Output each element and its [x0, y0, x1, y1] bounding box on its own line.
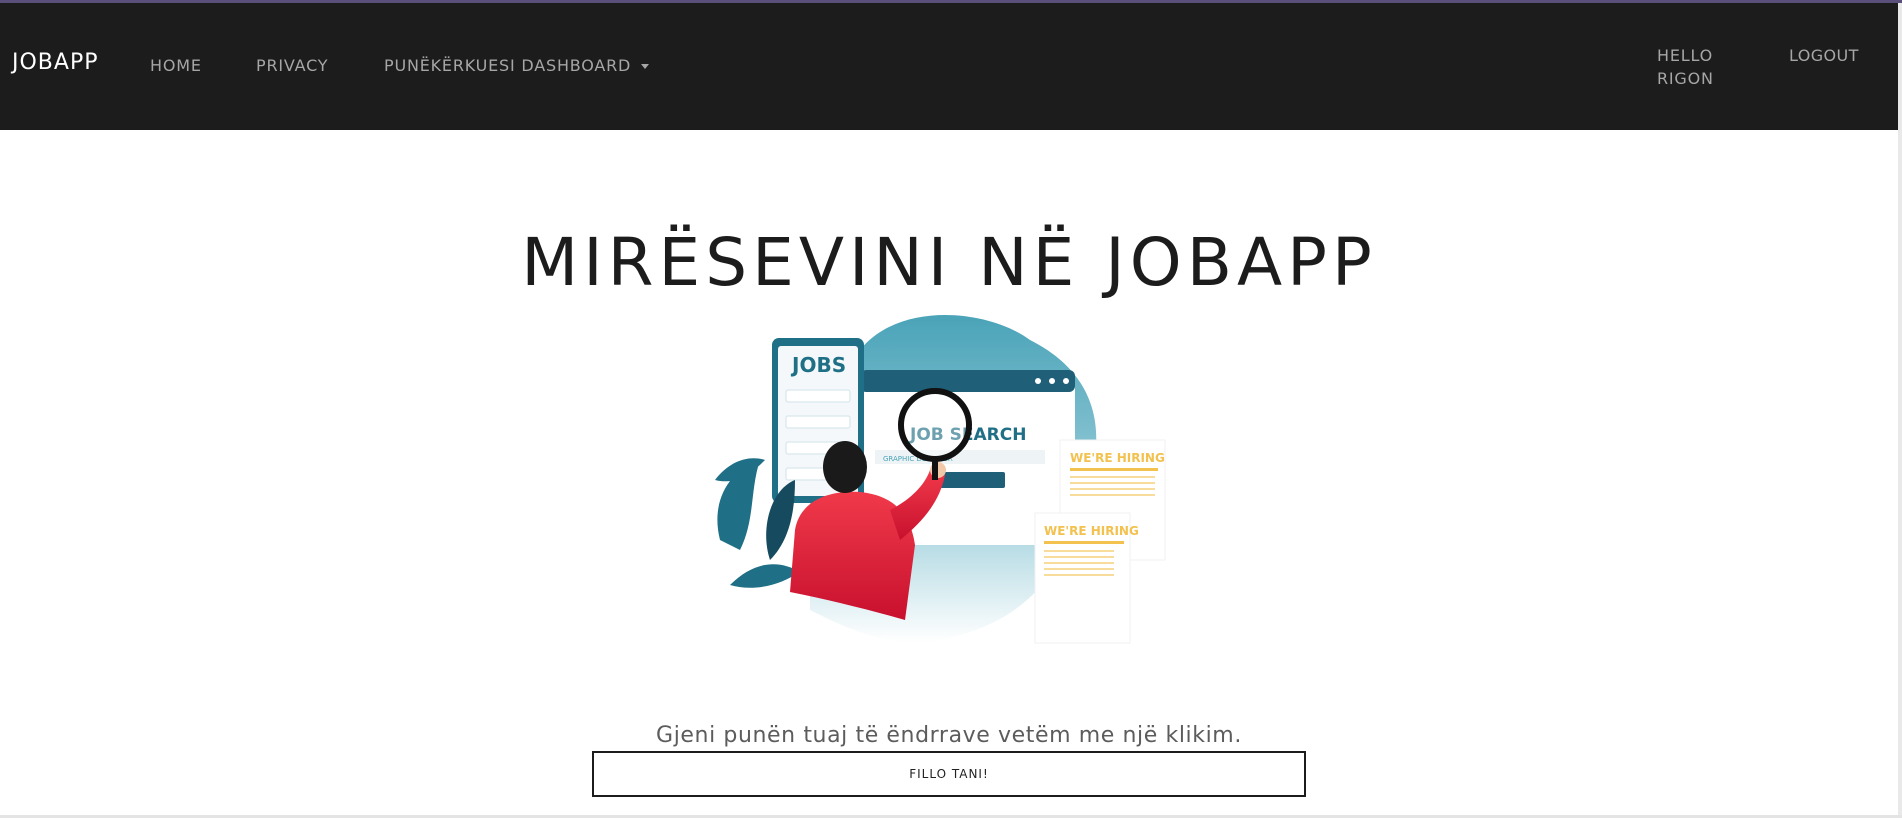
greeting-line-2: RIGON	[1657, 69, 1714, 88]
hiring-text-1: WE'RE HIRING	[1070, 451, 1165, 465]
start-now-button[interactable]: FILLO TANI!	[592, 751, 1306, 797]
navbar: JOBAPP HOME PRIVACY PUNËKËRKUESI DASHBOA…	[0, 3, 1898, 130]
page-title: MIRËSEVINI NË JOBAPP	[521, 224, 1377, 302]
jobs-text: JOBS	[790, 353, 846, 377]
nav-dashboard-dropdown[interactable]: PUNËKËRKUESI DASHBOARD	[384, 56, 650, 75]
job-search-illustration: JOB SEARCH GRAPHIC DESIGNER JOBS WE'RE H…	[715, 315, 1166, 644]
nav-dashboard-label: PUNËKËRKUESI DASHBOARD	[384, 56, 632, 75]
nav-home[interactable]: HOME	[150, 56, 202, 75]
user-greeting: HELLO RIGON	[1657, 44, 1747, 90]
browser-header	[860, 370, 1075, 392]
logout-link[interactable]: LOGOUT	[1789, 46, 1859, 65]
page-scrollbar[interactable]	[1898, 3, 1902, 818]
hiring-text-2: WE'RE HIRING	[1044, 524, 1139, 538]
magnifier-icon	[898, 388, 972, 462]
search-button-shape	[940, 472, 1005, 488]
greeting-line-1: HELLO	[1657, 46, 1713, 65]
chevron-down-icon	[641, 64, 650, 69]
hero-tagline: Gjeni punën tuaj të ëndrrave vetëm me nj…	[656, 723, 1242, 748]
nav-privacy[interactable]: PRIVACY	[256, 56, 328, 75]
person-head	[823, 441, 867, 493]
brand-logo[interactable]: JOBAPP	[12, 50, 98, 75]
